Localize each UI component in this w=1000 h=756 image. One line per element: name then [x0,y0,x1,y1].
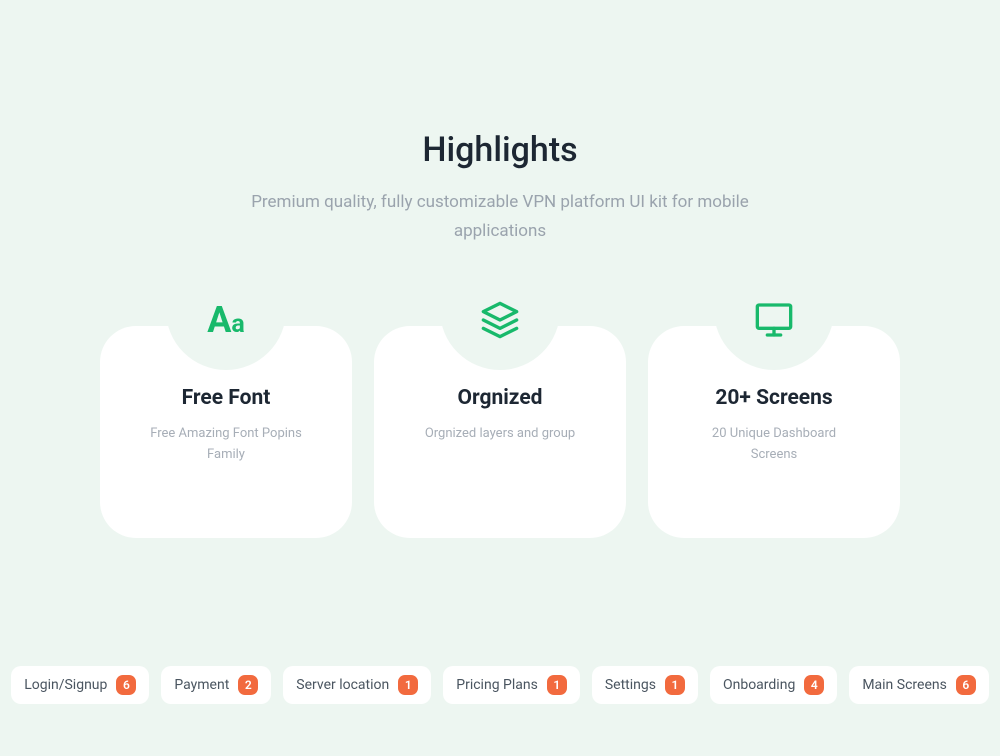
chip-label: Main Screens [862,677,947,693]
chip-label: Server location [296,677,389,693]
chip-label: Settings [605,677,656,693]
chip-payment[interactable]: Payment 2 [161,666,271,704]
page-container: Highlights Premium quality, fully custom… [0,0,1000,756]
chip-onboarding[interactable]: Onboarding 4 [710,666,837,704]
feature-cards-row: Aa Free Font Free Amazing Font Popins Fa… [100,326,900,538]
feature-card-desc: 20 Unique Dashboard Screens [689,424,859,466]
font-aa-icon: Aa [166,290,286,370]
chip-count-badge: 1 [398,675,418,695]
feature-card-title: 20+ Screens [715,386,832,410]
chip-label: Pricing Plans [456,677,538,693]
chip-settings[interactable]: Settings 1 [592,666,698,704]
chip-label: Payment [174,677,229,693]
chip-pricing-plans[interactable]: Pricing Plans 1 [443,666,580,704]
chip-count-badge: 1 [665,675,685,695]
layers-icon [440,290,560,370]
chip-count-badge: 4 [804,675,824,695]
feature-card-desc: Orgnized layers and group [425,424,575,445]
feature-card-title: Orgnized [458,386,543,410]
monitor-icon [714,290,834,370]
chip-server-location[interactable]: Server location 1 [283,666,431,704]
page-subtitle: Premium quality, fully customizable VPN … [240,188,760,246]
chip-label: Onboarding [723,677,795,693]
chip-count-badge: 6 [116,675,136,695]
feature-card-desc: Free Amazing Font Popins Family [141,424,311,466]
chip-count-badge: 6 [956,675,976,695]
page-title: Highlights [422,130,577,170]
chip-login-signup[interactable]: Login/Signup 6 [11,666,149,704]
chip-label: Login/Signup [24,677,107,693]
chip-main-screens[interactable]: Main Screens 6 [849,666,989,704]
feature-card-font: Aa Free Font Free Amazing Font Popins Fa… [100,326,352,538]
feature-card-title: Free Font [182,386,271,410]
chip-count-badge: 1 [547,675,567,695]
feature-card-screens: 20+ Screens 20 Unique Dashboard Screens [648,326,900,538]
chip-count-badge: 2 [238,675,258,695]
feature-card-organized: Orgnized Orgnized layers and group [374,326,626,538]
category-chips-row: Login/Signup 6 Payment 2 Server location… [0,666,1000,704]
